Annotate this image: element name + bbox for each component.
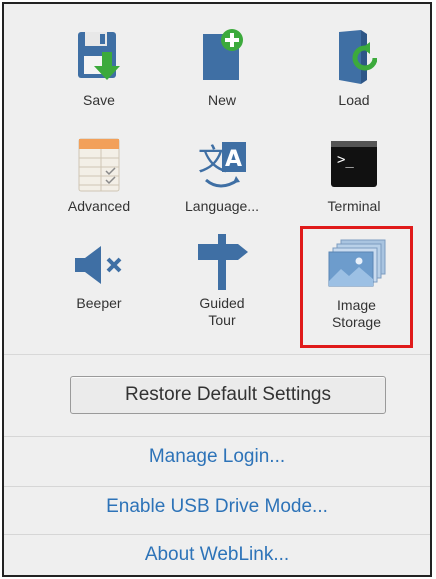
new-label: New [207, 92, 236, 108]
image-storage-label: Image Storage [303, 297, 410, 331]
load-label: Load [338, 92, 370, 108]
save-label: Save [83, 92, 115, 108]
new-tile[interactable]: New [162, 24, 282, 134]
image-storage-icon [328, 239, 385, 287]
advanced-label: Advanced [67, 198, 131, 214]
save-icon [78, 32, 120, 80]
load-door-icon [339, 30, 377, 84]
speaker-mute-icon [75, 246, 122, 284]
svg-text:>_: >_ [337, 152, 354, 168]
guided-tour-line-2: Tour [208, 312, 236, 328]
image-storage-tile[interactable]: Image Storage [300, 226, 413, 348]
advanced-tile[interactable]: Advanced [39, 134, 159, 244]
terminal-label: Terminal [327, 198, 381, 214]
spreadsheet-icon [78, 138, 120, 192]
guided-tour-line-1: Guided [199, 295, 245, 311]
terminal-icon: >_ [331, 141, 377, 187]
guided-tour-label: Guided Tour [162, 295, 282, 329]
restore-default-settings-button[interactable]: Restore Default Settings [70, 376, 386, 414]
settings-menu-panel: Save New Load Advanced 文 A Language... >… [2, 2, 432, 577]
guided-tour-tile[interactable]: Guided Tour [162, 232, 282, 342]
about-weblink-link[interactable]: About WebLink... [4, 534, 430, 575]
language-tile[interactable]: 文 A Language... [162, 134, 282, 244]
save-tile[interactable]: Save [39, 24, 159, 134]
restore-section: Restore Default Settings [4, 356, 430, 436]
language-label: Language... [185, 198, 259, 214]
tool-grid: Save New Load Advanced 文 A Language... >… [4, 4, 430, 354]
language-icon: 文 A [198, 142, 246, 188]
image-storage-line-1: Image [337, 297, 376, 313]
image-storage-line-2: Storage [331, 314, 382, 330]
grid-divider [4, 354, 430, 355]
manage-login-link[interactable]: Manage Login... [4, 436, 430, 477]
svg-text:A: A [225, 147, 242, 172]
load-tile[interactable]: Load [294, 24, 414, 134]
new-file-icon [203, 29, 243, 80]
beeper-tile[interactable]: Beeper [39, 239, 159, 349]
beeper-label: Beeper [76, 295, 122, 311]
signpost-icon [198, 234, 248, 290]
enable-usb-drive-mode-link[interactable]: Enable USB Drive Mode... [4, 486, 430, 527]
